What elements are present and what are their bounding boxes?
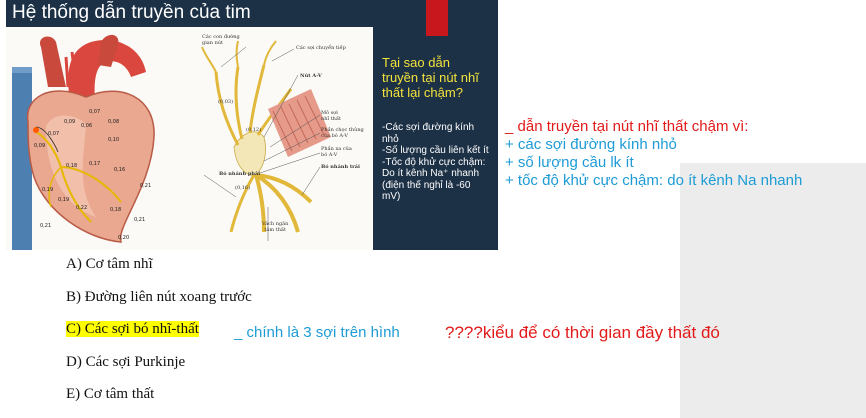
label-left-bundle-branch: Bó nhánh trái xyxy=(321,164,360,170)
label-right-bundle-branch: Bó nhánh phải xyxy=(219,171,261,177)
heart-number: 0,18 xyxy=(66,163,78,169)
slide-question-line: thất lại chậm? xyxy=(382,85,463,100)
value-0-03: (0,03) xyxy=(218,99,234,105)
annotation-blue-point: + tốc độ khử cực chậm: do ít kênh Na nha… xyxy=(505,172,803,189)
sa-node-marker xyxy=(33,127,39,133)
slide-answer-line: (điện thế nghỉ là -60 xyxy=(382,179,471,191)
option-c[interactable]: C) Các sợi bó nhĩ-thất xyxy=(66,321,199,338)
heart-number: 0,21 xyxy=(140,183,152,189)
label-ventricular-septum: Vách ngăn tâm thất xyxy=(262,221,289,233)
heart-number: 0,19 xyxy=(58,197,70,203)
annotation-question-note: ????kiểu để có thời gian đầy thất đó xyxy=(445,323,720,342)
option-d[interactable]: D) Các sợi Purkinje xyxy=(66,354,185,371)
heart-number: 0,09 xyxy=(64,119,76,125)
annotation-option-c-note: _ chính là 3 sợi trên hình xyxy=(234,324,400,341)
slide-title: Hệ thống dẫn truyền của tim xyxy=(12,2,251,23)
heart-number: 0,10 xyxy=(108,137,120,143)
annotation-red-heading: _ dẫn truyền tại nút nhĩ thất chậm vì: xyxy=(505,118,749,135)
label-distal-bundle: Phần xa của bó A-V xyxy=(321,146,352,158)
option-b[interactable]: B) Đường liên nút xoang trước xyxy=(66,289,252,306)
value-0-12: (0,12) xyxy=(246,127,262,133)
slide-answer-line: mV) xyxy=(382,191,401,202)
annotation-blue-point: + các sợi đường kính nhỏ xyxy=(505,136,677,153)
slide-question-line: truyền tại nút nhĩ xyxy=(382,70,479,85)
heart-number: 0,19 xyxy=(42,187,54,193)
option-e[interactable]: E) Cơ tâm thất xyxy=(66,386,154,403)
heart-number: 0,07 xyxy=(48,131,60,137)
heart-number: 0,16 xyxy=(114,167,126,173)
slide-answer-line: -Các sợi đường kính xyxy=(382,122,475,133)
option-c-highlighted-text: C) Các sợi bó nhĩ-thất xyxy=(66,321,199,337)
label-internodal-pathways: Các con đường gian nút xyxy=(202,34,240,46)
heart-number: 0,17 xyxy=(89,161,101,167)
heart-number: 0,21 xyxy=(134,217,146,223)
label-transitional-fibers: Các sợi chuyển tiếp xyxy=(296,45,346,51)
vena-cava-shape xyxy=(12,67,32,250)
heart-number: 0,22 xyxy=(76,205,88,211)
label-av-fibrous-tissue: Mô sợi nhĩ thất xyxy=(321,110,341,122)
heart-number: 0,18 xyxy=(110,207,122,213)
heart-conduction-diagram: Các con đường gian nút Các sợi chuyển ti… xyxy=(6,27,373,250)
heart-number: 0,20 xyxy=(118,235,130,241)
av-node-shape xyxy=(233,131,266,176)
gray-background-panel xyxy=(680,163,866,418)
slide-answer: -Các sợi đường kính nhỏ -Số lượng cầu li… xyxy=(382,122,498,203)
slide-question-line: Tại sao dẫn xyxy=(382,55,450,70)
slide-answer-line: Do ít kênh Na⁺ nhanh xyxy=(382,168,480,179)
heart-number: 0,07 xyxy=(89,109,101,115)
slide-answer-line: -Số lượng cầu liên kết ít xyxy=(382,145,489,156)
heart-number: 0,08 xyxy=(108,119,120,125)
value-0-16: (0,16) xyxy=(235,185,251,191)
lecture-slide-image: Hệ thống dẫn truyền của tim Các con đườn… xyxy=(6,0,498,250)
heart-number: 0,06 xyxy=(81,123,93,129)
slide-accent-bar xyxy=(426,0,448,36)
label-penetrating-bundle: Phần chọc thủng của bó A-V xyxy=(321,127,364,139)
heart-number: 0,09 xyxy=(34,143,46,149)
slide-question: Tại sao dẫn truyền tại nút nhĩ thất lại … xyxy=(382,55,498,100)
slide-answer-line: nhỏ xyxy=(382,133,399,145)
annotation-blue-point: + số lượng cầu lk ít xyxy=(505,154,634,171)
slide-answer-line: -Tốc độ khử cực chậm: xyxy=(382,156,486,168)
heart-illustration xyxy=(12,34,331,250)
heart-number: 0,21 xyxy=(40,223,52,229)
option-a[interactable]: A) Cơ tâm nhĩ xyxy=(66,256,153,273)
annotation-blue-list: + các sợi đường kính nhỏ + số lượng cầu … xyxy=(505,136,802,190)
label-av-node: Nút A-V xyxy=(300,73,322,79)
